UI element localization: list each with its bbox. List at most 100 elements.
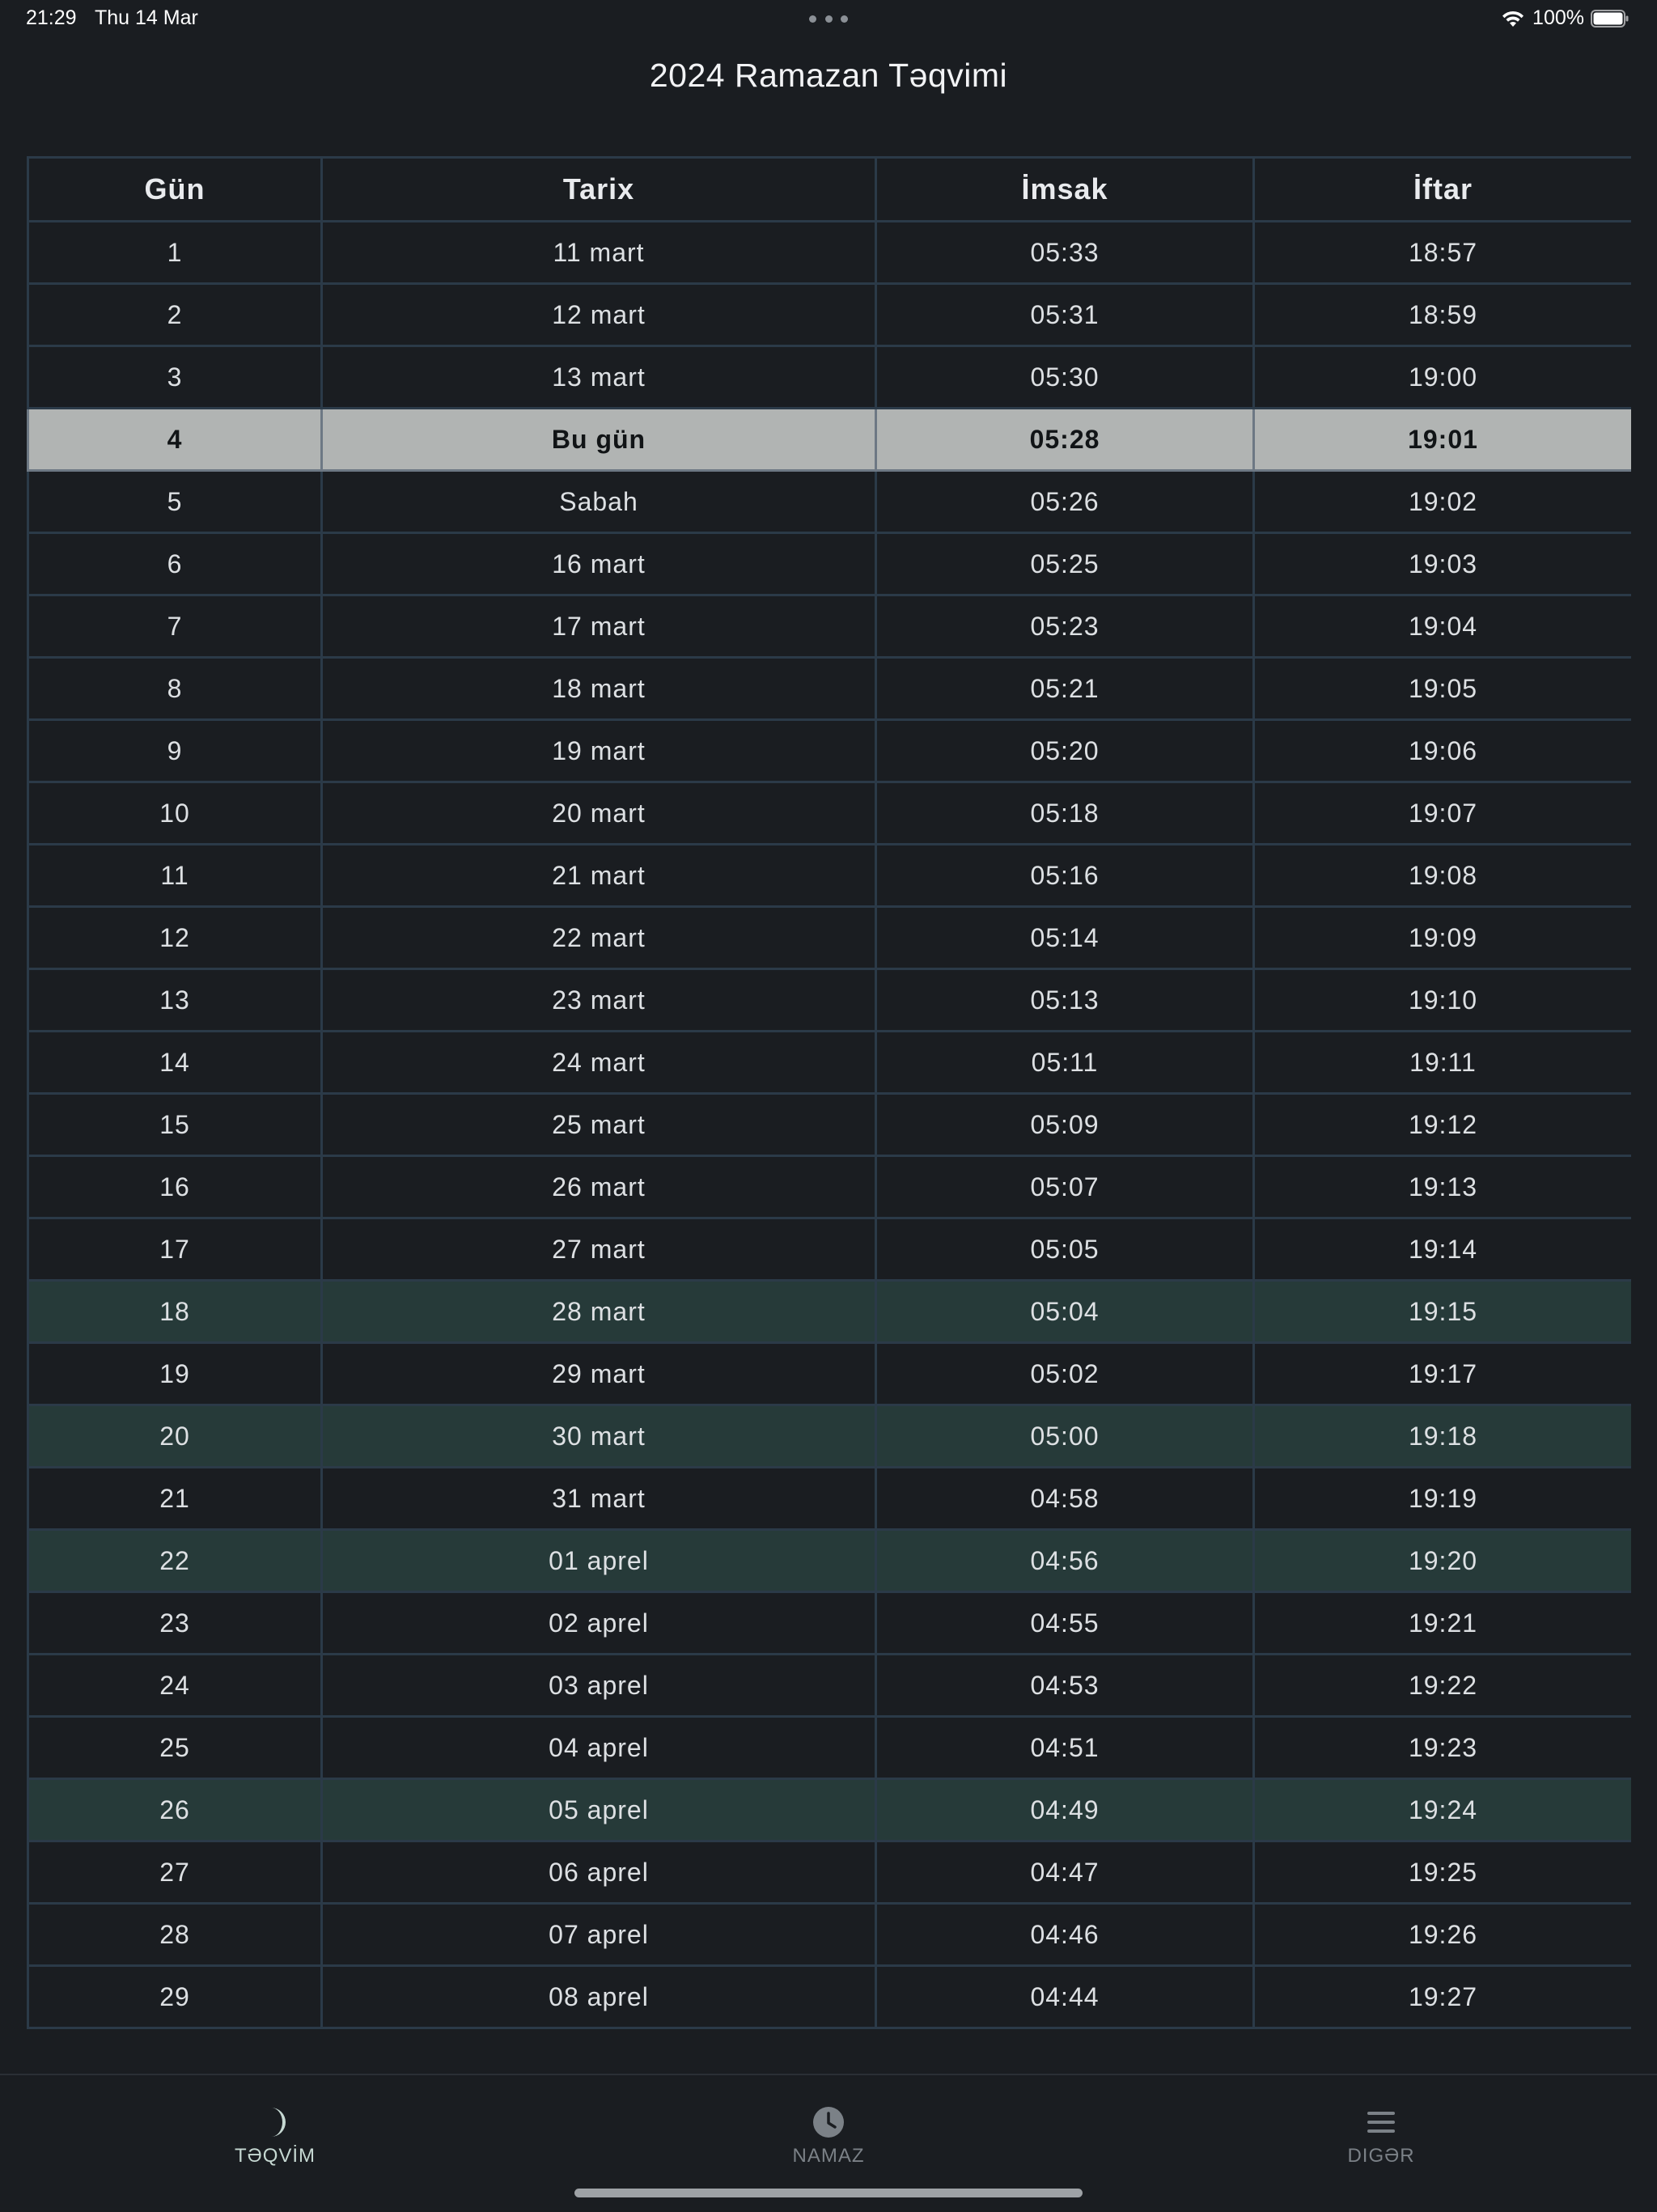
battery-percentage: 100%: [1532, 6, 1584, 29]
table-row: 17 27 mart 05:05 19:14: [27, 1217, 1631, 1282]
cell-iftar: 19:07: [1252, 781, 1631, 845]
cell-tarix: 22 mart: [320, 905, 877, 970]
header-iftar: İftar: [1252, 156, 1631, 222]
cell-tarix: Bu gün: [320, 407, 877, 472]
cell-gun: 25: [27, 1715, 323, 1780]
status-bar: 21:29 Thu 14 Mar 100%: [0, 0, 1657, 39]
cell-imsak: 04:47: [875, 1840, 1255, 1905]
cell-iftar: 19:02: [1252, 469, 1631, 534]
crescent-moon-icon: [271, 2108, 286, 2137]
cell-iftar: 19:09: [1252, 905, 1631, 970]
table-row: 21 31 mart 04:58 19:19: [27, 1466, 1631, 1531]
cell-tarix: 11 mart: [320, 220, 877, 285]
cell-gun: 1: [27, 220, 323, 285]
cell-iftar: 19:12: [1252, 1092, 1631, 1157]
table-row: 27 06 aprel 04:47 19:25: [27, 1840, 1631, 1905]
header-gun: Gün: [27, 156, 323, 222]
home-indicator[interactable]: [574, 2189, 1083, 2197]
menu-icon: [1367, 2112, 1395, 2133]
tab-namaz[interactable]: NAMAZ: [707, 2104, 950, 2168]
cell-iftar: 19:01: [1252, 407, 1631, 472]
cell-iftar: 18:59: [1252, 282, 1631, 347]
cell-imsak: 05:21: [875, 656, 1255, 721]
status-indicators: 100%: [1500, 6, 1629, 30]
cell-iftar: 19:11: [1252, 1030, 1631, 1095]
multitasking-dots-icon[interactable]: [809, 13, 848, 24]
cell-tarix: 04 aprel: [320, 1715, 877, 1780]
table-row: 29 08 aprel 04:44 19:27: [27, 1964, 1631, 2029]
cell-tarix: 12 mart: [320, 282, 877, 347]
table-row: 20 30 mart 05:00 19:18: [27, 1404, 1631, 1468]
cell-gun: 19: [27, 1341, 323, 1406]
cell-gun: 11: [27, 843, 323, 908]
tab-diger[interactable]: DIGƏR: [1260, 2104, 1502, 2168]
cell-tarix: 30 mart: [320, 1404, 877, 1468]
cell-gun: 18: [27, 1279, 323, 1344]
table-row: 23 02 aprel 04:55 19:21: [27, 1591, 1631, 1655]
cell-gun: 3: [27, 345, 323, 409]
cell-imsak: 05:26: [875, 469, 1255, 534]
cell-tarix: Sabah: [320, 469, 877, 534]
table-row: 1 11 mart 05:33 18:57: [27, 220, 1631, 285]
table-row: 15 25 mart 05:09 19:12: [27, 1092, 1631, 1157]
cell-tarix: 20 mart: [320, 781, 877, 845]
cell-gun: 12: [27, 905, 323, 970]
cell-iftar: 18:57: [1252, 220, 1631, 285]
cell-gun: 9: [27, 718, 323, 783]
cell-imsak: 05:13: [875, 968, 1255, 1032]
cell-tarix: 19 mart: [320, 718, 877, 783]
cell-imsak: 05:33: [875, 220, 1255, 285]
table-row: 12 22 mart 05:14 19:09: [27, 905, 1631, 970]
cell-tarix: 21 mart: [320, 843, 877, 908]
table-row: 11 21 mart 05:16 19:08: [27, 843, 1631, 908]
table-row: 28 07 aprel 04:46 19:26: [27, 1902, 1631, 1967]
cell-imsak: 05:02: [875, 1341, 1255, 1406]
table-row: 13 23 mart 05:13 19:10: [27, 968, 1631, 1032]
cell-imsak: 04:58: [875, 1466, 1255, 1531]
cell-iftar: 19:08: [1252, 843, 1631, 908]
cell-tarix: 23 mart: [320, 968, 877, 1032]
cell-imsak: 05:09: [875, 1092, 1255, 1157]
page-title: 2024 Ramazan Təqvimi: [649, 57, 1008, 94]
tab-label-namaz: NAMAZ: [792, 2145, 865, 2167]
cell-tarix: 02 aprel: [320, 1591, 877, 1655]
cell-imsak: 05:30: [875, 345, 1255, 409]
cell-imsak: 05:23: [875, 594, 1255, 659]
cell-gun: 4: [27, 407, 323, 472]
wifi-icon: [1502, 11, 1524, 27]
cell-imsak: 05:11: [875, 1030, 1255, 1095]
cell-tarix: 13 mart: [320, 345, 877, 409]
table-row: 6 16 mart 05:25 19:03: [27, 532, 1631, 596]
cell-tarix: 06 aprel: [320, 1840, 877, 1905]
table-row: 3 13 mart 05:30 19:00: [27, 345, 1631, 409]
cell-iftar: 19:13: [1252, 1155, 1631, 1219]
cell-gun: 13: [27, 968, 323, 1032]
cell-imsak: 05:16: [875, 843, 1255, 908]
clock-icon: [813, 2107, 844, 2138]
cell-gun: 20: [27, 1404, 323, 1468]
tab-label-teqvim: TƏQVİM: [234, 2145, 316, 2167]
cell-gun: 28: [27, 1902, 323, 1967]
cell-iftar: 19:26: [1252, 1902, 1631, 1967]
cell-iftar: 19:10: [1252, 968, 1631, 1032]
table-row: 10 20 mart 05:18 19:07: [27, 781, 1631, 845]
cell-gun: 27: [27, 1840, 323, 1905]
cell-imsak: 05:07: [875, 1155, 1255, 1219]
cell-imsak: 05:31: [875, 282, 1255, 347]
cell-gun: 22: [27, 1528, 323, 1593]
table-body: 1 11 mart 05:33 18:57 2 12 mart 05:31 18:59 3 13 …: [27, 220, 1631, 2029]
cell-gun: 29: [27, 1964, 323, 2029]
tab-teqvim[interactable]: TƏQVİM: [154, 2104, 396, 2168]
cell-iftar: 19:19: [1252, 1466, 1631, 1531]
cell-imsak: 04:51: [875, 1715, 1255, 1780]
cell-iftar: 19:03: [1252, 532, 1631, 596]
cell-imsak: 04:53: [875, 1653, 1255, 1718]
cell-gun: 24: [27, 1653, 323, 1718]
cell-iftar: 19:25: [1252, 1840, 1631, 1905]
cell-gun: 16: [27, 1155, 323, 1219]
cell-gun: 7: [27, 594, 323, 659]
cell-tarix: 08 aprel: [320, 1964, 877, 2029]
table-row: 19 29 mart 05:02 19:17: [27, 1341, 1631, 1406]
ramadan-calendar-table-container[interactable]: Gün Tarix İmsak İftar 1 11 mart 05:33 18:57…: [27, 156, 1631, 2074]
cell-imsak: 05:05: [875, 1217, 1255, 1282]
